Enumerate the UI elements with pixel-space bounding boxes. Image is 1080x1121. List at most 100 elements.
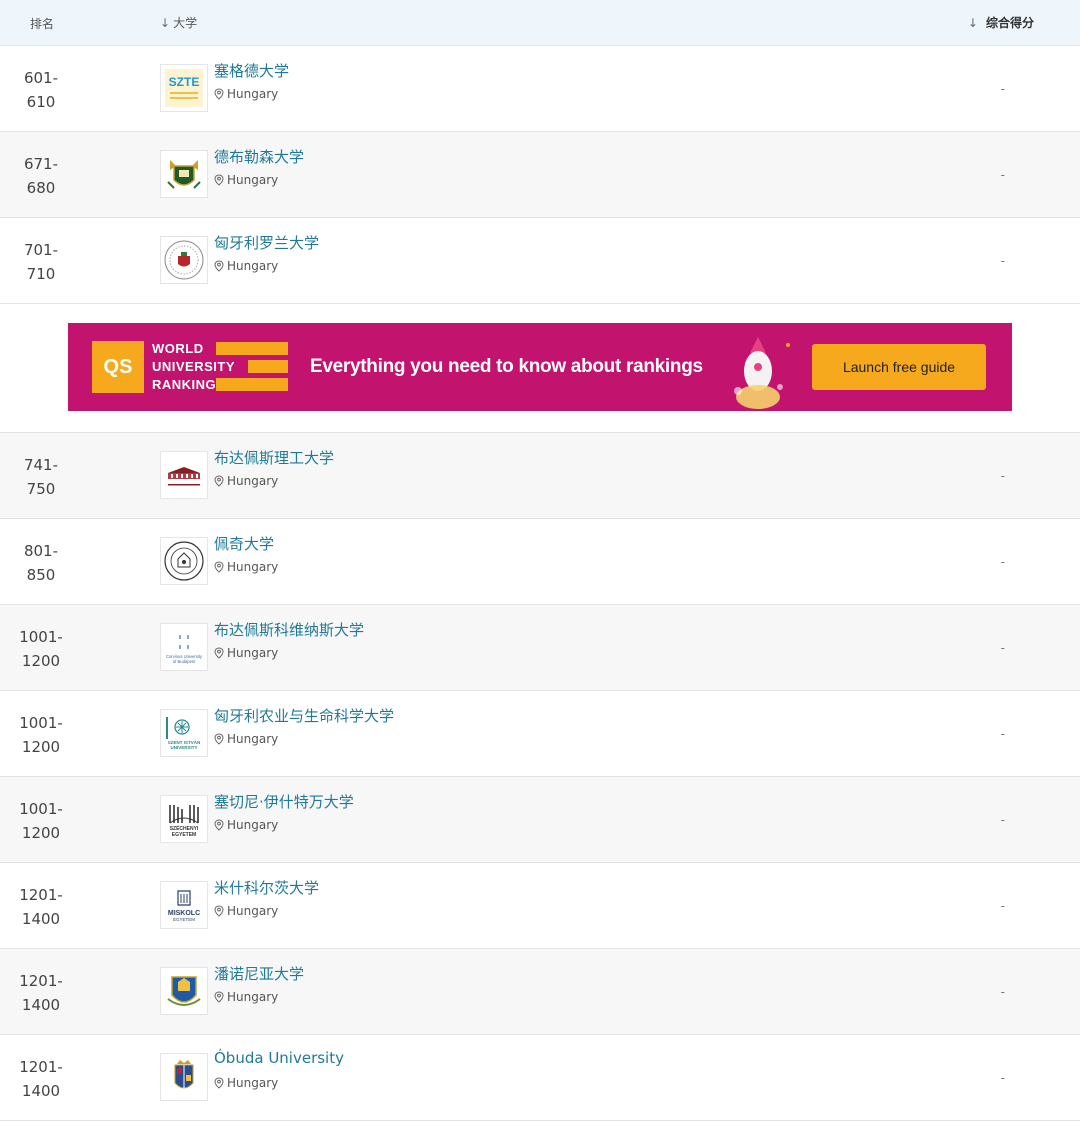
- location-pin-icon: [214, 174, 224, 186]
- university-logo[interactable]: MISKOLC EGYETEM: [160, 881, 208, 929]
- university-name-link[interactable]: 米什科尔茨大学: [214, 877, 319, 898]
- university-logo[interactable]: SZTE: [160, 64, 208, 112]
- pannonia-crest-icon: [167, 976, 201, 1006]
- rank-start: 1001-: [19, 714, 63, 732]
- table-row: 601- 610 SZTE 塞格德大学 Hungary -: [0, 46, 1080, 132]
- table-row: 1001- 1200 SZENT ISTVÁN UNIVERSITY 匈牙利农业…: [0, 691, 1080, 777]
- score-column-label: 综合得分: [985, 16, 1034, 30]
- university-logo[interactable]: [160, 451, 208, 499]
- rank-column-header[interactable]: 排名: [30, 15, 54, 32]
- rank-end: 1200: [21, 738, 61, 756]
- university-name-link[interactable]: 匈牙利罗兰大学: [214, 232, 319, 253]
- wordmark-bar: [216, 342, 288, 355]
- rank-end: 1400: [21, 910, 61, 928]
- university-logo[interactable]: [160, 150, 208, 198]
- country-label: Hungary: [227, 1076, 279, 1090]
- rank-cell: 1001- 1200: [0, 711, 82, 759]
- rank-end: 1200: [21, 652, 61, 670]
- university-column-label: 大学: [173, 16, 198, 30]
- table-header: 排名 ↓ 大学 ↓ 综合得分: [0, 0, 1080, 46]
- location-pin-icon: [214, 733, 224, 745]
- rank-end: 750: [26, 480, 56, 498]
- score-value: -: [1000, 899, 1005, 913]
- obuda-crest-icon: [174, 1060, 194, 1089]
- university-column-header[interactable]: ↓ 大学: [160, 14, 197, 31]
- rank-end: 1400: [21, 996, 61, 1014]
- elte-seal-icon: [164, 240, 204, 280]
- country-label: Hungary: [227, 904, 279, 918]
- location-pin-icon: [214, 647, 224, 659]
- rank-start: 1201-: [19, 972, 63, 990]
- rank-start: 1001-: [19, 800, 63, 818]
- table-row: 671- 680 德布勒森大学 Hungary -: [0, 132, 1080, 218]
- university-logo[interactable]: [160, 1053, 208, 1101]
- university-logo[interactable]: SZENT ISTVÁN UNIVERSITY: [160, 709, 208, 757]
- rank-cell: 1201- 1400: [0, 883, 82, 931]
- ad-row: QS WORLD UNIVERSITY RANKINGS Everything …: [0, 304, 1080, 433]
- szechenyi-logo-icon: SZÉCHENYI EGYETEM: [169, 805, 199, 838]
- szent-istvan-logo-icon: SZENT ISTVÁN UNIVERSITY: [166, 717, 200, 750]
- launch-free-guide-button[interactable]: Launch free guide: [812, 344, 986, 390]
- rank-start: 1001-: [19, 628, 63, 646]
- svg-text:MISKOLC: MISKOLC: [168, 910, 200, 917]
- location: Hungary: [214, 646, 278, 660]
- country-label: Hungary: [227, 646, 279, 660]
- university-name-link[interactable]: 布达佩斯科维纳斯大学: [214, 619, 364, 640]
- rank-cell: 701- 710: [0, 238, 82, 286]
- rank-cell: 741- 750: [0, 453, 82, 501]
- score-value: -: [1000, 641, 1005, 655]
- university-name-link[interactable]: 塞切尼·伊什特万大学: [214, 791, 354, 812]
- score-value: -: [1000, 1071, 1005, 1085]
- rank-cell: 1201- 1400: [0, 1055, 82, 1103]
- svg-text:SZTE: SZTE: [169, 75, 200, 89]
- university-name-link[interactable]: 布达佩斯理工大学: [214, 447, 334, 468]
- svg-text:UNIVERSITY: UNIVERSITY: [170, 745, 197, 750]
- szte-logo-icon: SZTE: [165, 69, 203, 107]
- rank-start: 741-: [23, 456, 59, 474]
- rank-start: 1201-: [19, 886, 63, 904]
- qs-rankings-banner[interactable]: QS WORLD UNIVERSITY RANKINGS Everything …: [68, 323, 1012, 411]
- location-pin-icon: [214, 561, 224, 573]
- university-name-link[interactable]: 塞格德大学: [214, 60, 289, 81]
- location-pin-icon: [214, 905, 224, 917]
- score-value: -: [1000, 82, 1005, 96]
- score-value: -: [1000, 469, 1005, 483]
- table-row: 1001- 1200 SZÉCHENYI EGYETEM 塞切尼·伊什特万大学 …: [0, 777, 1080, 863]
- university-name-link[interactable]: 潘诺尼亚大学: [214, 963, 304, 984]
- qs-logo-mark: QS: [92, 341, 144, 393]
- university-logo[interactable]: Corvinus University of Budapest: [160, 623, 208, 671]
- rank-end: 850: [26, 566, 56, 584]
- university-name-link[interactable]: Óbuda University: [214, 1049, 344, 1067]
- university-name-link[interactable]: 佩奇大学: [214, 533, 274, 554]
- table-row: 701- 710 匈牙利罗兰大学 Hungary -: [0, 218, 1080, 304]
- university-logo[interactable]: [160, 967, 208, 1015]
- rank-start: 801-: [23, 542, 59, 560]
- table-row: 1001- 1200 Corvinus University of Budape…: [0, 605, 1080, 691]
- location-pin-icon: [214, 819, 224, 831]
- country-label: Hungary: [227, 732, 279, 746]
- rank-end: 610: [26, 93, 56, 111]
- university-logo[interactable]: SZÉCHENYI EGYETEM: [160, 795, 208, 843]
- university-logo[interactable]: [160, 236, 208, 284]
- score-value: -: [1000, 254, 1005, 268]
- location: Hungary: [214, 259, 278, 273]
- table-row: 1201- 1400 潘诺尼亚大学 Hungary -: [0, 949, 1080, 1035]
- university-name-link[interactable]: 德布勒森大学: [214, 146, 304, 167]
- sort-arrow-icon: ↓: [160, 15, 171, 30]
- location: Hungary: [214, 732, 278, 746]
- country-label: Hungary: [227, 87, 279, 101]
- location: Hungary: [214, 818, 278, 832]
- university-logo[interactable]: [160, 537, 208, 585]
- location: Hungary: [214, 904, 278, 918]
- university-name-link[interactable]: 匈牙利农业与生命科学大学: [214, 705, 394, 726]
- svg-text:EGYETEM: EGYETEM: [173, 917, 195, 922]
- location: Hungary: [214, 87, 278, 101]
- rocket-illustration-icon: [734, 337, 790, 409]
- rank-cell: 1201- 1400: [0, 969, 82, 1017]
- score-column-header[interactable]: ↓ 综合得分: [968, 14, 1034, 31]
- bme-building-icon: [168, 467, 200, 486]
- score-value: -: [1000, 168, 1005, 182]
- sort-arrow-icon: ↓: [967, 15, 978, 30]
- rankings-table: 排名 ↓ 大学 ↓ 综合得分 601- 610 SZTE 塞格德大学 Hunga…: [0, 0, 1080, 1121]
- location: Hungary: [214, 1076, 278, 1090]
